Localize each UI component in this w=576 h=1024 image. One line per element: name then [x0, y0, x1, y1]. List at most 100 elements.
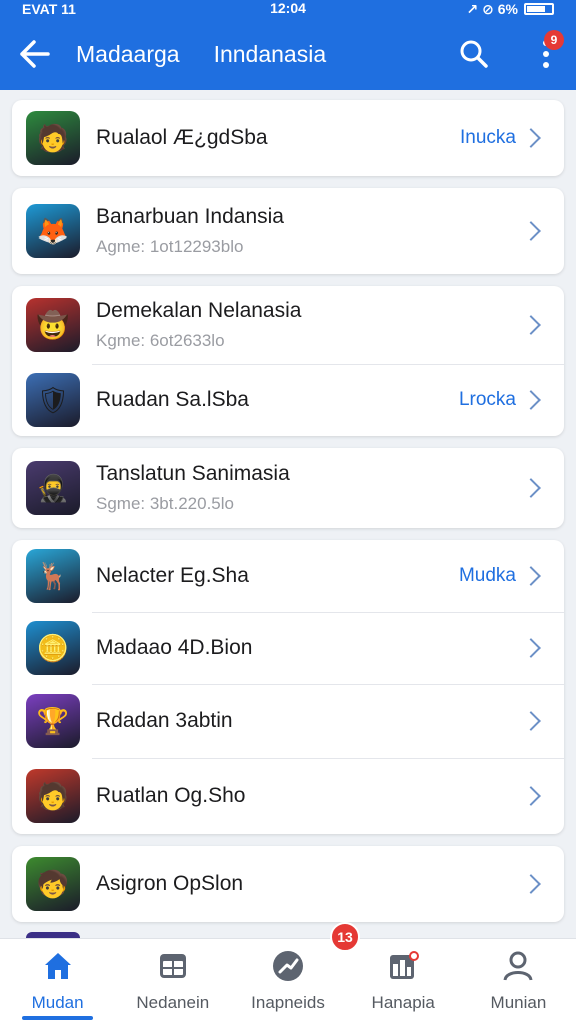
game-icon-glyph: 🦌	[36, 561, 70, 591]
list-item-text: Rdadan 3abtin	[96, 709, 524, 733]
nav-item-calendar[interactable]: Nedanein	[115, 939, 230, 1024]
game-icon: 🧑	[26, 111, 80, 165]
game-icon-glyph: 🛡	[36, 385, 70, 415]
list-item[interactable]: 🧒 Asigron OpSlon	[12, 846, 564, 922]
chevron-right-icon	[521, 478, 541, 498]
nav-item-dashboard[interactable]: Hanapia	[346, 939, 461, 1024]
game-icon: 🛡	[26, 373, 80, 427]
list-card: 🦊 Banarbuan Indansia Agme: 1ot12293blo	[12, 188, 564, 274]
game-icon: 🧑	[26, 769, 80, 823]
search-button[interactable]	[452, 34, 496, 74]
compass-icon	[271, 949, 305, 983]
chevron-right-icon	[521, 390, 541, 410]
list-item-text: Banarbuan Indansia Agme: 1ot12293blo	[96, 205, 524, 257]
list-item-action-link[interactable]: Inucka	[460, 127, 516, 149]
chevron-right-icon	[521, 786, 541, 806]
page-title: Madaarga	[76, 40, 180, 67]
back-button[interactable]	[0, 18, 70, 90]
list-item-text: Madaao 4D.Bion	[96, 636, 524, 660]
list-item-text: Demekalan Nelanasia Kgme: 6ot2633lo	[96, 299, 524, 351]
chevron-right-icon	[521, 638, 541, 658]
list-item-text: Tanslatun Sanimasia Sgme: 3bt.220.5lo	[96, 462, 524, 514]
list-item-action-link[interactable]: Mudka	[459, 565, 516, 587]
game-icon-glyph: 🥷	[36, 473, 70, 503]
battery-icon	[524, 3, 554, 15]
list-item-text: Ruadan Sa.lSba	[96, 388, 459, 412]
list-item-subtitle: Kgme: 6ot2633lo	[96, 331, 225, 350]
list-item-title: Nelacter Eg.Sha	[96, 564, 249, 587]
chevron-right-icon	[521, 874, 541, 894]
chevron-right-icon	[521, 315, 541, 335]
status-time: 12:04	[270, 0, 306, 16]
list-item-title: Ruatlan Og.Sho	[96, 784, 246, 807]
notification-badge: 9	[544, 30, 564, 50]
game-icon-glyph: 🏆	[36, 706, 70, 736]
list-item-title: Madaao 4D.Bion	[96, 636, 253, 659]
page-subtitle[interactable]: Inndanasia	[214, 41, 327, 68]
list-item-subtitle: Sgme: 3bt.220.5lo	[96, 494, 234, 513]
chevron-right-icon	[521, 711, 541, 731]
list-card: 🧒 Asigron OpSlon	[12, 846, 564, 922]
chevron-right-icon	[521, 221, 541, 241]
list-item[interactable]: 🧑 Rualaol Æ¿gdSba Inucka	[12, 100, 564, 176]
list-item[interactable]: 🧑 Ruatlan Og.Sho	[12, 758, 564, 834]
list-item-text: Rualaol Æ¿gdSba	[96, 126, 460, 150]
game-icon: 🥷	[26, 461, 80, 515]
nav-item-label: Munian	[490, 993, 547, 1012]
nav-item-home[interactable]: Mudan	[0, 939, 115, 1024]
list-card: 🦌 Nelacter Eg.Sha Mudka 🪙 Madaao 4D.Bion 🏆 Rda…	[12, 540, 564, 834]
game-icon-glyph: 🧑	[36, 781, 70, 811]
game-list: 🧑 Rualaol Æ¿gdSba Inucka 🦊 Banarbuan Indansi…	[12, 100, 564, 934]
game-icon: 🏆	[26, 694, 80, 748]
list-item[interactable]: 🏆 Rdadan 3abtin	[12, 684, 564, 758]
list-item-text: Ruatlan Og.Sho	[96, 784, 524, 808]
list-item[interactable]: 🦌 Nelacter Eg.Sha Mudka	[12, 540, 564, 612]
nav-item-label: Nedanein	[136, 993, 210, 1012]
app-bar: Madaarga Inndanasia 9	[0, 18, 576, 90]
chevron-right-icon	[521, 566, 541, 586]
list-item-action-link[interactable]: Lrocka	[459, 389, 516, 411]
game-icon-glyph: 🧒	[36, 869, 70, 899]
nav-item-compass[interactable]: Inapneids	[230, 939, 345, 1024]
game-icon: 🪙	[26, 621, 80, 675]
nav-item-label: Inapneids	[251, 993, 325, 1012]
game-icon: 🦊	[26, 204, 80, 258]
game-icon: 🤠	[26, 298, 80, 352]
list-item[interactable]: 🪙 Madaao 4D.Bion	[12, 612, 564, 684]
list-item-title: Rdadan 3abtin	[96, 709, 233, 732]
status-bar: EVAT 11 12:04 ↗ ⊘ 6%	[0, 0, 576, 18]
calendar-icon	[156, 949, 190, 983]
game-icon-glyph: 🤠	[36, 310, 70, 340]
list-item-subtitle: Agme: 1ot12293blo	[96, 237, 244, 256]
person-icon	[501, 949, 535, 983]
list-item[interactable]: 🦊 Banarbuan Indansia Agme: 1ot12293blo	[12, 188, 564, 274]
list-item[interactable]: 🤠 Demekalan Nelanasia Kgme: 6ot2633lo	[12, 286, 564, 364]
list-item-title: Banarbuan Indansia	[96, 205, 284, 228]
home-icon	[41, 949, 75, 983]
status-icons: ↗ ⊘ 6%	[466, 0, 518, 17]
list-item-text: Nelacter Eg.Sha	[96, 564, 459, 588]
list-item[interactable]: 🥷 Tanslatun Sanimasia Sgme: 3bt.220.5lo	[12, 448, 564, 528]
game-icon-glyph: 🧑	[36, 123, 70, 153]
status-carrier: EVAT 11	[22, 1, 76, 17]
status-indicators: ↗ ⊘ 6%	[467, 1, 554, 18]
list-card: 🧑 Rualaol Æ¿gdSba Inucka	[12, 100, 564, 176]
nav-badge: 13	[330, 922, 360, 952]
nav-item-label: Hanapia	[371, 993, 435, 1012]
list-item[interactable]: 🛡 Ruadan Sa.lSba Lrocka	[12, 364, 564, 436]
dashboard-icon	[386, 949, 420, 983]
list-item-title: Demekalan Nelanasia	[96, 299, 302, 322]
list-item-title: Rualaol Æ¿gdSba	[96, 126, 268, 149]
list-item-title: Tanslatun Sanimasia	[96, 462, 290, 485]
list-item-text: Asigron OpSlon	[96, 872, 524, 896]
nav-item-person[interactable]: Munian	[461, 939, 576, 1024]
list-item-title: Ruadan Sa.lSba	[96, 388, 249, 411]
nav-item-label: Mudan	[31, 993, 84, 1012]
bottom-navigation: Mudan Nedanein Inapneids Hanapia Munian	[0, 938, 576, 1024]
list-card: 🤠 Demekalan Nelanasia Kgme: 6ot2633lo 🛡 Ruad…	[12, 286, 564, 436]
game-icon: 🧒	[26, 857, 80, 911]
search-icon	[460, 40, 488, 68]
chevron-right-icon	[521, 128, 541, 148]
list-card: 🥷 Tanslatun Sanimasia Sgme: 3bt.220.5lo	[12, 448, 564, 528]
game-icon-glyph: 🦊	[36, 216, 70, 246]
